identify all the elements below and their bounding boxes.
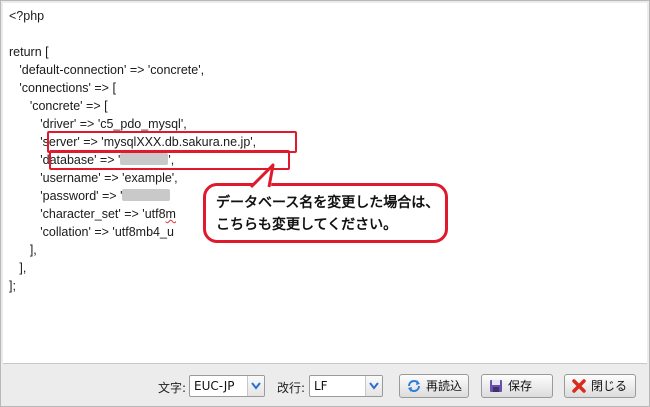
charset-text: 'character_set' => 'utf8	[9, 207, 166, 221]
charset-label: 文字:	[158, 381, 187, 395]
file-editor-window: <?php return [ 'default-connection' => '…	[0, 0, 650, 407]
close-label: 閉じる	[591, 379, 628, 393]
newline-label: 改行:	[277, 381, 306, 395]
code-line[interactable]: 'concrete' => [	[9, 97, 108, 115]
code-line[interactable]: <?php	[9, 7, 44, 25]
floppy-disk-icon	[490, 380, 502, 392]
masked-password-value	[122, 189, 171, 201]
save-button[interactable]: 保存	[481, 374, 553, 398]
password-key: 'password' => '	[9, 189, 123, 203]
callout-line-2: こちらも変更してください。	[216, 217, 398, 233]
reload-button[interactable]: 再読込	[399, 374, 469, 398]
close-button[interactable]: 閉じる	[564, 374, 636, 398]
code-line-password[interactable]: 'password' => '	[9, 187, 171, 205]
bottom-toolbar: 文字: EUC-JP 改行: LF 再読込 保存 閉じる	[1, 367, 649, 405]
code-line-charset[interactable]: 'character_set' => 'utf8m	[9, 205, 176, 223]
spellcheck-squiggle: m	[165, 207, 176, 221]
annotation-callout: データベース名を変更した場合は、 こちらも変更してください。	[203, 183, 448, 243]
code-line[interactable]: ],	[9, 241, 37, 259]
reload-label: 再読込	[426, 379, 463, 393]
code-editor[interactable]: <?php return [ 'default-connection' => '…	[3, 3, 647, 364]
code-line[interactable]: 'connections' => [	[9, 79, 116, 97]
callout-pointer	[249, 163, 275, 189]
newline-value: LF	[314, 379, 328, 393]
save-label: 保存	[508, 379, 533, 393]
charset-select[interactable]: EUC-JP	[189, 375, 265, 397]
code-line[interactable]: 'collation' => 'utf8mb4_u	[9, 223, 174, 241]
code-line[interactable]: ];	[9, 277, 16, 295]
code-line[interactable]: 'default-connection' => 'concrete',	[9, 61, 204, 79]
newline-select[interactable]: LF	[309, 375, 383, 397]
callout-line-1: データベース名を変更した場合は、	[216, 195, 440, 211]
chevron-down-icon	[365, 376, 382, 396]
code-line[interactable]: ],	[9, 259, 26, 277]
code-line[interactable]: return [	[9, 43, 49, 61]
reload-icon	[408, 380, 420, 392]
close-icon	[572, 379, 586, 393]
code-line[interactable]: 'username' => 'example',	[9, 169, 177, 187]
charset-value: EUC-JP	[194, 379, 235, 393]
chevron-down-icon	[247, 376, 264, 396]
